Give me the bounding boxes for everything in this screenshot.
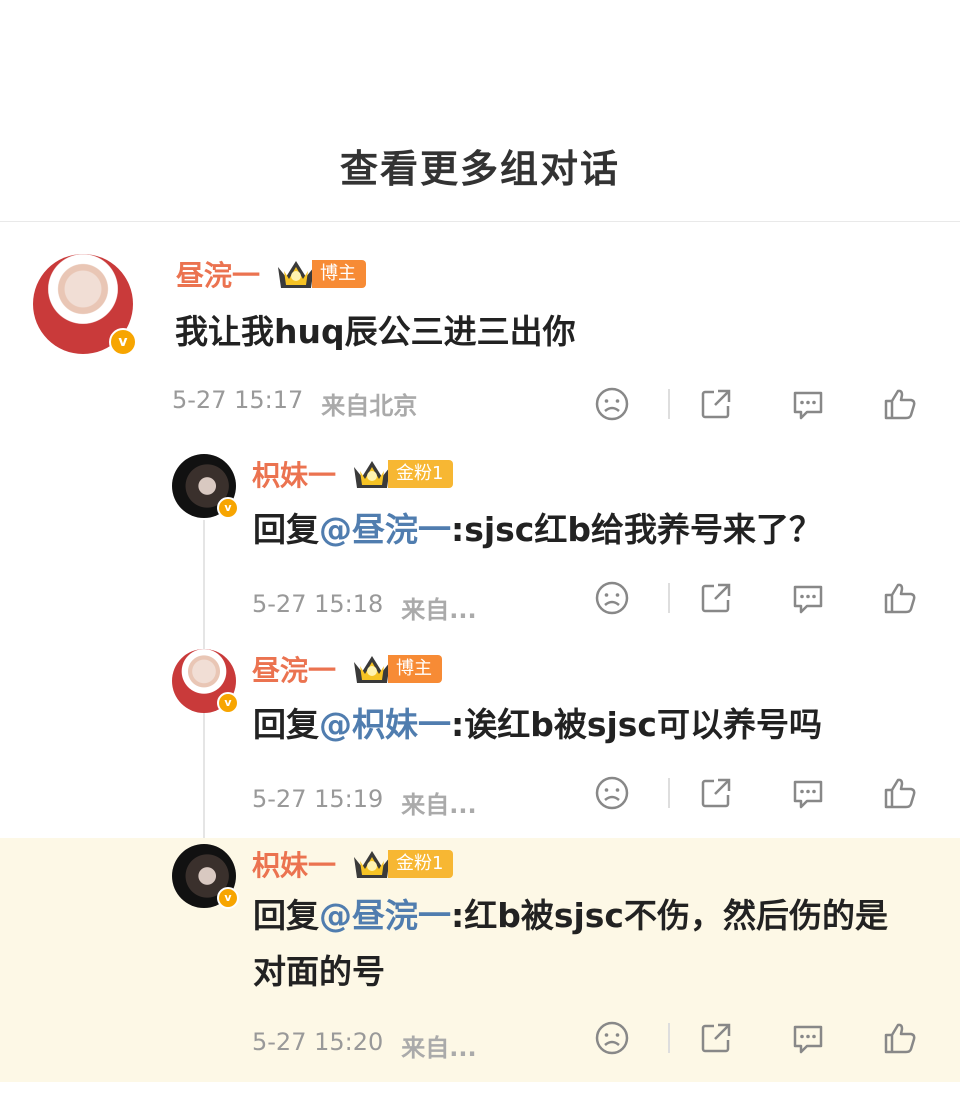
comment-meta: 5-27 15:20 来自... [252, 1028, 477, 1063]
avatar[interactable]: v [172, 454, 239, 519]
share-icon[interactable] [696, 1018, 736, 1058]
comment-meta: 5-27 15:17 来自北京 [172, 386, 417, 421]
avatar[interactable]: v [33, 254, 137, 356]
avatar[interactable]: v [172, 844, 239, 909]
comment-meta: 5-27 15:19 来自... [252, 785, 477, 820]
username[interactable]: 昼浣一 [176, 254, 260, 294]
timestamp: 5-27 15:19 [252, 785, 384, 813]
reply-item-highlighted: v 枳妹一 金粉1 回复@昼浣一:红b被sjsc不伤，然后伤的是对面的号 5-2… [0, 838, 960, 1082]
action-bar [592, 578, 920, 618]
comment-icon[interactable] [788, 1018, 828, 1058]
location: 来自... [401, 791, 477, 819]
like-icon[interactable] [880, 578, 920, 618]
like-icon[interactable] [880, 773, 920, 813]
divider [668, 1023, 670, 1053]
avatar[interactable]: v [172, 649, 239, 714]
location: 来自... [401, 1034, 477, 1062]
verified-badge-icon: v [217, 887, 239, 909]
reply-item: v 枳妹一 金粉1 回复@昼浣一:sjsc红b给我养号来了？ 5-27 15:1… [0, 440, 960, 635]
mention-link[interactable]: @昼浣一 [319, 510, 451, 549]
frown-icon[interactable] [592, 1018, 632, 1058]
like-icon[interactable] [880, 384, 920, 424]
share-icon[interactable] [696, 384, 736, 424]
frown-icon[interactable] [592, 384, 632, 424]
action-bar [592, 1018, 920, 1058]
like-icon[interactable] [880, 1018, 920, 1058]
user-tag: 金粉1 [388, 460, 454, 488]
divider [668, 778, 670, 808]
comment-text: 我让我huq辰公三进三出你 [175, 312, 576, 351]
comment-icon[interactable] [788, 578, 828, 618]
verified-badge-icon: v [217, 497, 239, 519]
page-header: 查看更多组对话 [0, 0, 960, 222]
frown-icon[interactable] [592, 773, 632, 813]
reply-item: v 昼浣一 博主 回复@枳妹一:诶红b被sjsc可以养号吗 5-27 15:19… [0, 635, 960, 835]
mention-link[interactable]: @枳妹一 [319, 705, 451, 744]
comment-text: 回复@昼浣一:sjsc红b给我养号来了？ [253, 510, 822, 549]
timestamp: 5-27 15:18 [252, 590, 384, 618]
comment-meta: 5-27 15:18 来自... [252, 590, 477, 625]
user-tag: 金粉1 [388, 850, 454, 878]
comment-text: 回复@枳妹一:诶红b被sjsc可以养号吗 [253, 705, 822, 744]
timestamp: 5-27 15:17 [172, 386, 304, 414]
action-bar [592, 384, 920, 424]
comment-text: 回复@昼浣一:红b被sjsc不伤，然后伤的是对面的号 [253, 896, 888, 991]
location: 来自... [401, 596, 477, 624]
comment-root: v 昼浣一 博主 我让我huq辰公三进三出你 5-27 15:17 来自北京 [0, 240, 960, 440]
user-tag: 博主 [388, 655, 443, 683]
divider [668, 583, 670, 613]
comment-icon[interactable] [788, 773, 828, 813]
share-icon[interactable] [696, 578, 736, 618]
frown-icon[interactable] [592, 578, 632, 618]
username[interactable]: 枳妹一 [252, 844, 336, 884]
verified-badge-icon: v [217, 692, 239, 714]
comment-icon[interactable] [788, 384, 828, 424]
timestamp: 5-27 15:20 [252, 1028, 384, 1056]
location: 来自北京 [321, 392, 418, 420]
verified-badge-icon: v [109, 328, 137, 356]
user-tag: 博主 [312, 260, 367, 288]
action-bar [592, 773, 920, 813]
username[interactable]: 枳妹一 [252, 454, 336, 494]
page-title[interactable]: 查看更多组对话 [0, 138, 960, 193]
username[interactable]: 昼浣一 [252, 649, 336, 689]
mention-link[interactable]: @昼浣一 [319, 896, 451, 935]
divider [668, 389, 670, 419]
share-icon[interactable] [696, 773, 736, 813]
